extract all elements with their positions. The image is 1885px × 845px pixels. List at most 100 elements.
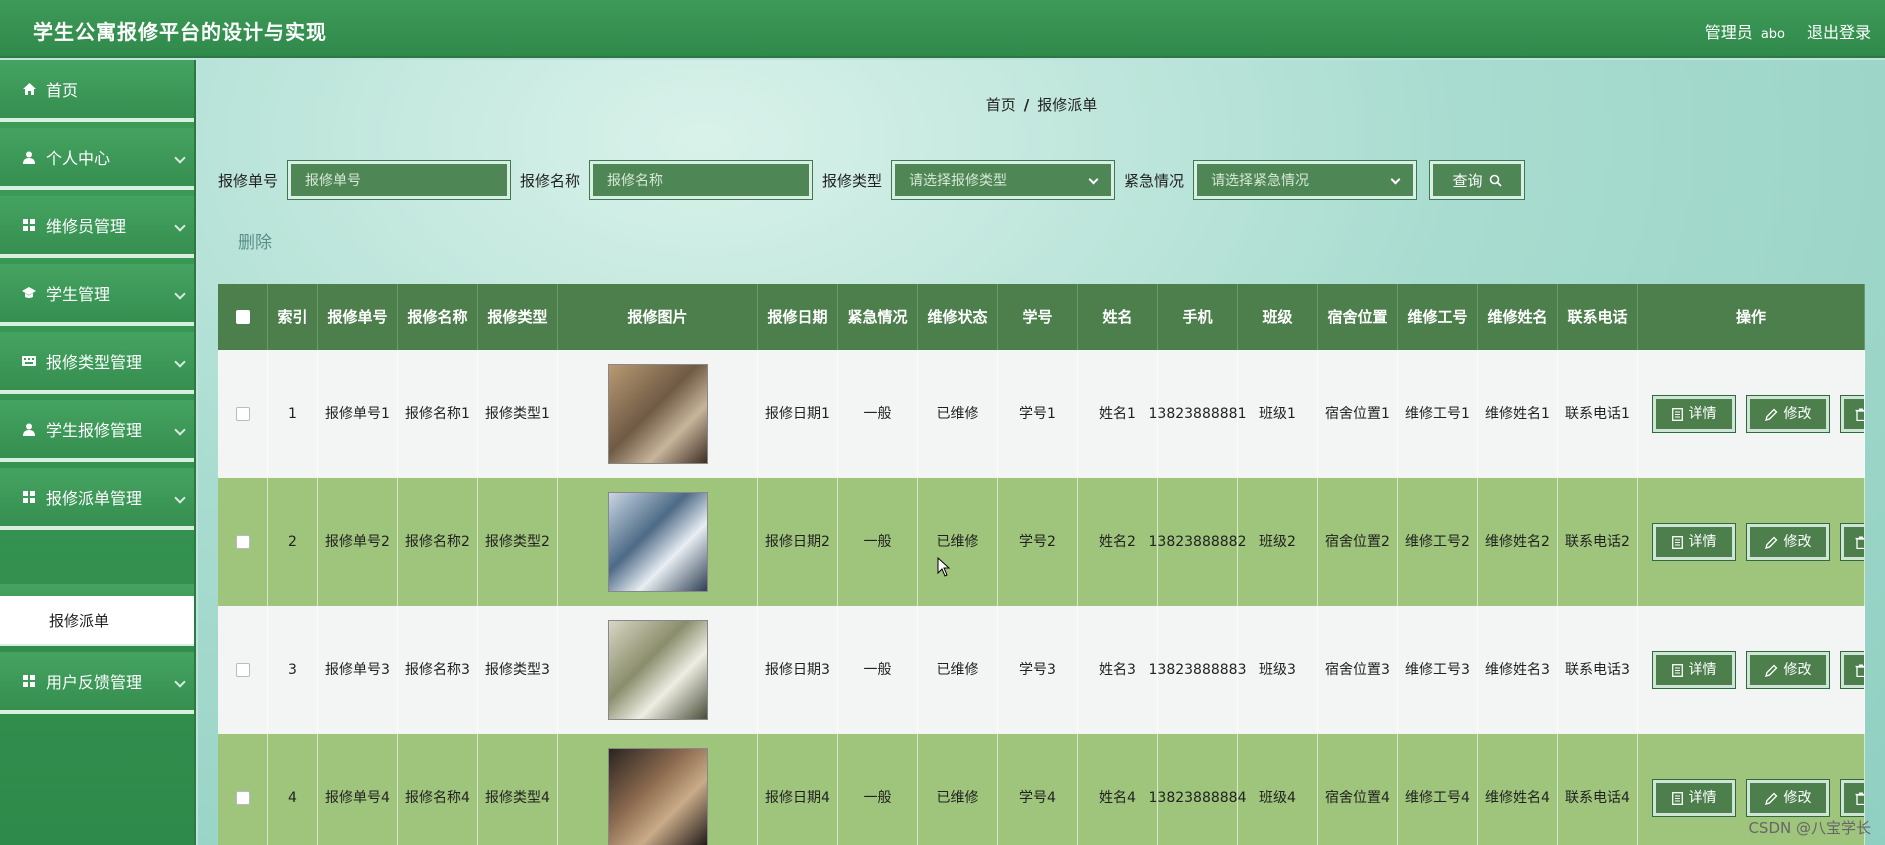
pencil-icon — [1764, 536, 1777, 549]
column-header: 维修状态 — [918, 284, 998, 350]
delete-row-button[interactable] — [1840, 779, 1864, 817]
grid-icon — [22, 218, 36, 232]
repair-type-select[interactable]: 请选择报修类型 — [891, 160, 1116, 200]
column-header-label: 报修日期 — [767, 308, 828, 326]
cell-urgent: 一般 — [838, 606, 918, 734]
detail-label: 详情 — [1688, 662, 1717, 678]
column-header-label: 索引 — [277, 308, 308, 326]
query-button[interactable]: 查询 — [1429, 160, 1526, 200]
cell-name: 报修名称3 — [398, 606, 478, 734]
delete-row-button[interactable] — [1840, 395, 1864, 433]
grid-icon — [22, 490, 36, 504]
column-header-label: 报修单号 — [327, 308, 388, 326]
column-header: 班级 — [1238, 284, 1318, 350]
trash-icon — [1855, 536, 1864, 549]
cell-wname: 维修姓名1 — [1478, 350, 1558, 478]
repair-image-thumbnail[interactable] — [607, 492, 708, 592]
repair-name-input[interactable]: 报修名称 — [589, 160, 814, 200]
urgency-select[interactable]: 请选择紧急情况 — [1193, 160, 1418, 200]
row-checkbox[interactable] — [235, 535, 250, 549]
cell-urgent: 一般 — [838, 734, 918, 845]
repair-image-thumbnail[interactable] — [607, 620, 708, 720]
cell-dorm: 宿舍位置4 — [1318, 734, 1398, 845]
sidebar-item-1[interactable]: 个人中心 — [0, 128, 194, 190]
sidebar-item-4[interactable]: 报修类型管理 — [0, 332, 194, 394]
cell-date: 报修日期4 — [758, 734, 838, 845]
column-header-label: 紧急情况 — [847, 308, 908, 326]
table-row: 3 报修单号3 报修名称3 报修类型3 报修日期3 一般 已维修 学号3 姓名3 13823888… — [218, 606, 1865, 734]
sidebar-item-label: 学生报修管理 — [46, 421, 143, 440]
repair-image-thumbnail[interactable] — [607, 748, 708, 845]
search-icon — [1489, 174, 1502, 187]
sidebar: 首页个人中心维修员管理学生管理报修类型管理学生报修管理报修派单管理维修进度管理用… — [0, 60, 196, 845]
detail-button[interactable]: 详情 — [1652, 523, 1736, 561]
column-header-label: 学号 — [1022, 308, 1053, 326]
select-all-checkbox[interactable] — [235, 310, 250, 324]
delete-button[interactable]: 删除 — [238, 228, 272, 253]
sidebar-item-label: 个人中心 — [46, 149, 111, 168]
repair-image-thumbnail[interactable] — [607, 364, 708, 464]
detail-label: 详情 — [1688, 790, 1717, 806]
detail-button[interactable]: 详情 — [1652, 651, 1736, 689]
cap-icon — [22, 286, 36, 300]
logout-link[interactable]: 退出登录 — [1807, 19, 1871, 43]
row-select-cell — [218, 350, 268, 478]
breadcrumb-home[interactable]: 首页 — [986, 96, 1016, 114]
cell-sname: 姓名1 — [1078, 350, 1158, 478]
cell-status: 已维修 — [918, 606, 998, 734]
repair-no-input[interactable]: 报修单号 — [287, 160, 512, 200]
cell-type: 报修类型2 — [478, 478, 558, 606]
edit-button[interactable]: 修改 — [1746, 651, 1830, 689]
edit-button[interactable]: 修改 — [1746, 523, 1830, 561]
detail-button[interactable]: 详情 — [1652, 395, 1736, 433]
cell-name: 报修名称2 — [398, 478, 478, 606]
repair-image-cell — [558, 734, 758, 845]
cell-sname: 姓名4 — [1078, 734, 1158, 845]
row-select-cell — [218, 478, 268, 606]
column-header-label: 姓名 — [1102, 308, 1133, 326]
repair-no-label: 报修单号 — [218, 171, 279, 190]
sidebar-item-3[interactable]: 学生管理 — [0, 264, 194, 326]
delete-row-button[interactable] — [1840, 651, 1864, 689]
sidebar-item-0[interactable]: 首页 — [0, 60, 194, 122]
edit-button[interactable]: 修改 — [1746, 779, 1830, 817]
column-header: 索引 — [268, 284, 318, 350]
detail-button[interactable]: 详情 — [1652, 779, 1736, 817]
cell-no: 报修单号1 — [318, 350, 398, 478]
sidebar-item-label: 报修类型管理 — [46, 353, 143, 372]
sidebar-item-8[interactable]: 用户反馈管理 — [0, 652, 194, 714]
sidebar-item-6[interactable]: 报修派单管理 — [0, 468, 194, 530]
cell-dorm: 宿舍位置3 — [1318, 606, 1398, 734]
sidebar-subitem-dispatch[interactable]: 报修派单 — [0, 596, 194, 644]
top-bar: 学生公寓报修平台的设计与实现 管理员 abo 退出登录 — [0, 0, 1885, 58]
table-row: 2 报修单号2 报修名称2 报修类型2 报修日期2 一般 已维修 学号2 姓名2 13823888… — [218, 478, 1865, 606]
document-icon — [1671, 791, 1683, 805]
column-header-label: 维修姓名 — [1487, 308, 1548, 326]
edit-button[interactable]: 修改 — [1746, 395, 1830, 433]
cell-dorm: 宿舍位置2 — [1318, 478, 1398, 606]
cell-date: 报修日期2 — [758, 478, 838, 606]
keyboard-icon — [22, 354, 36, 368]
cell-type: 报修类型4 — [478, 734, 558, 845]
column-header: 紧急情况 — [838, 284, 918, 350]
main-content: 首页 / 报修派单 报修单号 报修单号 报修名称 报修名称 报修类型 请选择报修类型… — [198, 60, 1885, 845]
row-checkbox[interactable] — [235, 791, 250, 805]
cell-wname: 维修姓名3 — [1478, 606, 1558, 734]
chevron-down-icon — [174, 676, 186, 688]
column-header: 操作 — [1638, 284, 1865, 350]
cell-type: 报修类型1 — [478, 350, 558, 478]
chevron-down-icon — [174, 288, 186, 300]
row-select-cell — [218, 734, 268, 845]
repair-image-cell — [558, 606, 758, 734]
row-checkbox[interactable] — [235, 663, 250, 677]
sidebar-item-2[interactable]: 维修员管理 — [0, 196, 194, 258]
column-header-label: 联系电话 — [1567, 308, 1628, 326]
user-role: 管理员 — [1704, 23, 1753, 42]
row-select-cell — [218, 606, 268, 734]
sidebar-item-5[interactable]: 学生报修管理 — [0, 400, 194, 462]
row-checkbox[interactable] — [235, 407, 250, 421]
cell-phone: 13823888883 — [1149, 606, 1247, 734]
cell-date: 报修日期1 — [758, 350, 838, 478]
delete-row-button[interactable] — [1840, 523, 1864, 561]
table-row: 1 报修单号1 报修名称1 报修类型1 报修日期1 一般 已维修 学号1 姓名1 13823888… — [218, 350, 1865, 478]
